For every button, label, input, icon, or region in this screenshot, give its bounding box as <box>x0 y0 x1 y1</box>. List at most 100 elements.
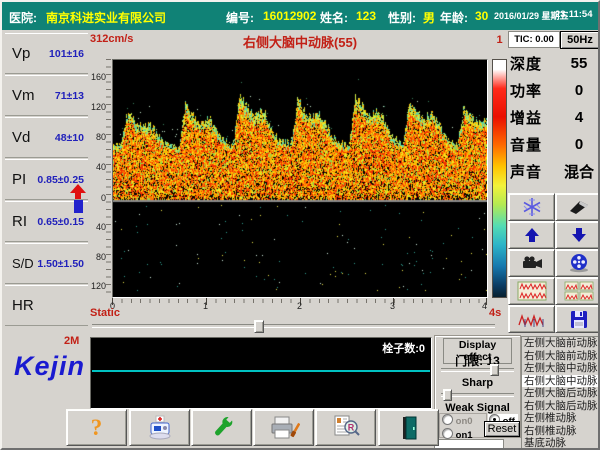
print-button[interactable] <box>253 409 314 446</box>
patient-info-bar: 医院: 南京科进实业有限公司 编号: 16012902 姓名: 123 性别: … <box>2 2 600 30</box>
vd-value: 48±10 <box>55 132 84 144</box>
multi-spectrum-button[interactable] <box>555 277 600 305</box>
svg-text:R: R <box>347 422 354 432</box>
radio-on1-circle[interactable] <box>442 428 453 439</box>
review-slider-thumb[interactable] <box>254 320 264 333</box>
arrow-up-icon <box>523 227 541 243</box>
exit-door-icon <box>398 415 420 441</box>
param-row-volume: 音量0 <box>510 131 600 157</box>
vd-label: Vd <box>12 129 30 146</box>
spectral-title: 右侧大脑中动脉(55) <box>112 32 488 51</box>
tic-field: TIC: 0.00 <box>508 31 560 48</box>
x-tick-2: 2 <box>297 301 302 311</box>
replay-button[interactable] <box>555 249 600 277</box>
y-tick-0: 0 <box>86 193 106 203</box>
display-effect-panel: Display effect 门限: 13 Sharp Weak Signal … <box>434 335 521 438</box>
gate-label: 门限: <box>455 354 483 368</box>
radio-on0-circle[interactable] <box>442 414 453 425</box>
report-button[interactable]: R <box>315 409 376 446</box>
hospital-value: 南京科进实业有限公司 <box>46 9 166 26</box>
artery-item[interactable]: 左侧大脑后动脉 <box>522 387 599 400</box>
param-row-power: 功率0 <box>510 77 600 103</box>
film-reel-icon <box>568 253 590 273</box>
sex-label: 性别: <box>388 9 416 26</box>
question-mark-icon: ? <box>91 415 103 441</box>
setup-button[interactable] <box>191 409 252 446</box>
single-spectrum-button[interactable] <box>508 277 555 305</box>
age-label: 年龄: <box>440 9 468 26</box>
emboli-threshold-line <box>92 370 430 372</box>
y-tick-160: 160 <box>86 72 106 82</box>
probe-2m-label: 2M <box>64 335 79 347</box>
radio-on0[interactable]: on0 <box>440 414 486 427</box>
camera-icon <box>520 254 544 272</box>
artery-item[interactable]: 左侧大脑中动脉 <box>522 362 599 375</box>
sd-value: 1.50±1.50 <box>37 258 84 270</box>
baseline-marker-icon[interactable] <box>70 184 87 215</box>
vp-value: 101±16 <box>49 48 84 60</box>
static-mode-label: Static <box>90 307 120 319</box>
sex-value: 男 <box>423 9 435 26</box>
artery-item[interactable]: 右侧椎动脉 <box>522 425 599 438</box>
printer-icon <box>268 414 300 442</box>
y-tick-n80: 80 <box>86 252 106 262</box>
decrease-button[interactable] <box>555 221 600 249</box>
patient-id-value: 16012902 <box>263 9 316 23</box>
spectral-plot-area <box>112 59 488 298</box>
multi-spectrum-view-icon <box>564 281 594 301</box>
report-icon: R <box>331 414 361 442</box>
patient-name-value: 123 <box>356 9 376 23</box>
y-tick-n120: 120 <box>86 281 106 291</box>
weak-signal-radio-group: on0 on1 <box>439 413 487 438</box>
status-field <box>434 439 504 450</box>
spectrogram-canvas <box>113 60 487 297</box>
artery-listbox[interactable]: 左侧大脑前动脉 右侧大脑前动脉 左侧大脑中动脉 右侧大脑中动脉 左侧大脑后动脉 … <box>521 336 600 450</box>
record-button[interactable] <box>508 249 555 277</box>
freq-filter-button[interactable]: 50Hz <box>560 31 600 49</box>
help-button[interactable]: ? <box>66 409 127 446</box>
artery-item[interactable]: 右侧大脑后动脉 <box>522 400 599 413</box>
increase-button[interactable] <box>508 221 555 249</box>
arrow-down-icon <box>570 227 588 243</box>
wrench-icon <box>207 415 237 441</box>
measurement-cell-hr: HR <box>5 285 88 326</box>
reset-button[interactable]: Reset <box>484 421 520 437</box>
freeze-button[interactable] <box>508 193 555 221</box>
artery-item[interactable]: 右侧大脑中动脉 <box>522 375 599 388</box>
ri-value: 0.65±0.15 <box>37 216 84 228</box>
gate-row: 门限: 13 <box>435 352 520 369</box>
probe-button[interactable] <box>555 193 600 221</box>
sharp-slider-thumb[interactable] <box>443 389 452 401</box>
x-tick-1: 1 <box>203 301 208 311</box>
measurement-cell-vm: Vm71±13 <box>5 75 88 116</box>
sd-label: S/D <box>12 256 34 271</box>
artery-item[interactable]: 左侧椎动脉 <box>522 412 599 425</box>
floppy-disk-icon <box>569 310 589 329</box>
x-tick-4: 4 <box>482 301 487 311</box>
save-button[interactable] <box>555 305 600 333</box>
patient-manage-button[interactable] <box>129 409 190 446</box>
kejin-logo: Kejin <box>14 351 85 382</box>
emboli-display-panel: 栓子数:0 <box>90 337 432 409</box>
artery-item[interactable]: 右侧大脑前动脉 <box>522 350 599 363</box>
sweep-time-label: 4s <box>489 307 501 319</box>
exit-button[interactable] <box>378 409 439 446</box>
artery-item[interactable]: 左侧大脑前动脉 <box>522 337 599 350</box>
gate-slider-thumb[interactable] <box>490 364 499 376</box>
emboli-count-label: 栓子数:0 <box>382 340 425 356</box>
review-slider-track[interactable] <box>92 324 495 328</box>
vm-label: Vm <box>12 87 35 104</box>
tcd-application-window: 医院: 南京科进实业有限公司 编号: 16012902 姓名: 123 性别: … <box>0 0 600 450</box>
vp-label: Vp <box>12 45 30 62</box>
y-axis-ticks <box>106 59 111 298</box>
x-tick-3: 3 <box>390 301 395 311</box>
spectrum-analysis-button[interactable] <box>508 305 555 333</box>
gate-slider-track[interactable] <box>441 368 514 372</box>
colorbar-top-label: 1 <box>492 34 507 46</box>
spectrum-analysis-icon <box>517 309 547 329</box>
velocity-colorbar <box>492 59 507 298</box>
measurement-cell-vp: Vp 101±16 <box>5 33 88 74</box>
pi-label: PI <box>12 171 26 188</box>
artery-item[interactable]: 基底动脉 <box>522 437 599 450</box>
patient-id-label: 编号: <box>226 9 254 26</box>
